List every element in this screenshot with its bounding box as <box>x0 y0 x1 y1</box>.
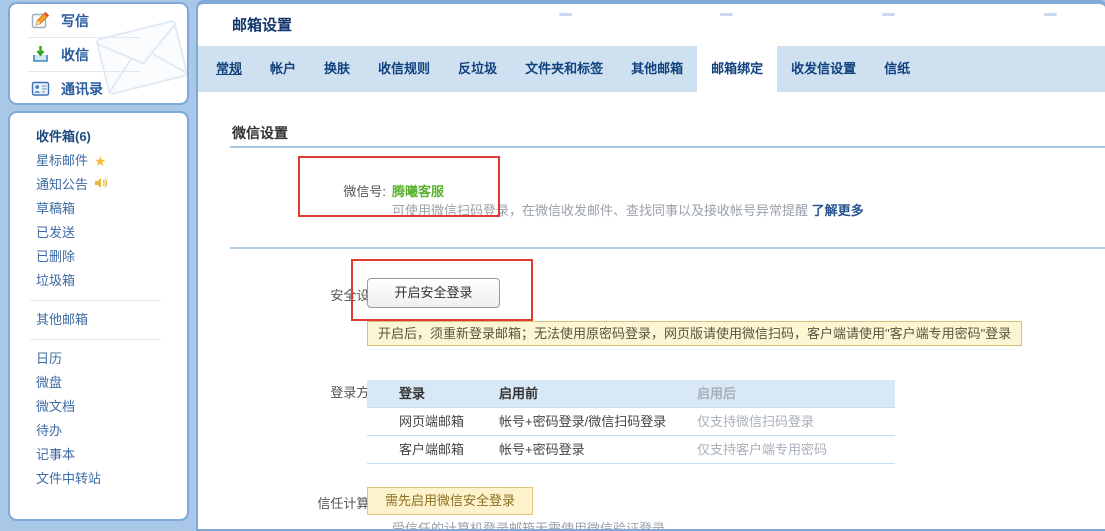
sidebar-folder-item[interactable]: 文件中转站 <box>36 467 187 491</box>
tab[interactable]: 帐户 <box>256 46 310 92</box>
tab[interactable]: 其他邮箱 <box>617 46 697 92</box>
sidebar-folder-item[interactable]: 记事本 <box>36 443 187 467</box>
receive-label: 收信 <box>61 45 89 65</box>
decorative-dash <box>720 13 733 16</box>
trusted-computer-badge: 需先启用微信安全登录 <box>367 487 533 515</box>
settings-tabs: 常规帐户换肤收信规则反垃圾文件夹和标签其他邮箱邮箱绑定收发信设置信纸 <box>198 46 1105 92</box>
receive-button[interactable]: 收信 <box>10 38 187 71</box>
folder-label: 已发送 <box>36 221 75 245</box>
decorative-dash <box>882 13 895 16</box>
table-cell: 帐号+密码登录/微信扫码登录 <box>499 408 666 435</box>
contacts-icon <box>31 79 50 98</box>
sidebar-divider <box>30 339 161 340</box>
compose-button[interactable]: 写信 <box>10 4 187 37</box>
sidebar-folder-item[interactable]: 微文档 <box>36 395 187 419</box>
compose-label: 写信 <box>61 11 89 31</box>
sidebar-folder-item[interactable]: 草稿箱 <box>36 197 187 221</box>
sidebar-folder-item[interactable]: 已发送 <box>36 221 187 245</box>
table-cell: 网页端邮箱 <box>399 408 464 435</box>
table-cell: 启用前 <box>499 380 538 407</box>
page-title: 邮箱设置 <box>232 14 292 35</box>
speaker-icon <box>94 173 107 197</box>
decorative-dash <box>1044 13 1057 16</box>
folder-label: 通知公告 <box>36 173 88 197</box>
table-cell: 仅支持微信扫码登录 <box>697 408 814 435</box>
decorative-dash <box>559 13 572 16</box>
table-cell: 客户端邮箱 <box>399 436 464 463</box>
annotation-box-security <box>351 259 533 321</box>
pencil-icon <box>31 11 50 30</box>
folder-label: 文件中转站 <box>36 467 101 491</box>
table-cell: 仅支持客户端专用密码 <box>697 436 827 463</box>
security-tooltip: 开启后，须重新登录邮箱；无法使用原密码登录，网页版请使用微信扫码，客户端请使用"… <box>367 321 1022 346</box>
folder-label: 微文档 <box>36 395 75 419</box>
folder-label: 日历 <box>36 347 62 371</box>
table-cell: 帐号+密码登录 <box>499 436 585 463</box>
section-divider <box>230 247 1105 249</box>
sidebar-folder-item[interactable]: 已删除 <box>36 245 187 269</box>
contacts-button[interactable]: 通讯录 <box>10 72 187 105</box>
sidebar-folder-item[interactable]: 待办 <box>36 419 187 443</box>
folder-label: 草稿箱 <box>36 197 75 221</box>
folder-panel: 收件箱(6)星标邮件 ★ 通知公告草稿箱已发送已删除垃圾箱其他邮箱日历微盘微文档待办… <box>8 111 189 521</box>
sidebar-divider <box>30 300 161 301</box>
tab[interactable]: 文件夹和标签 <box>511 46 617 92</box>
section-underline <box>230 146 1105 148</box>
tab[interactable]: 常规 <box>202 46 256 92</box>
login-method-table: 登录启用前启用后网页端邮箱帐号+密码登录/微信扫码登录仅支持微信扫码登录客户端邮… <box>367 380 895 464</box>
table-row: 网页端邮箱 帐号+密码登录/微信扫码登录 仅支持微信扫码登录 <box>367 408 895 436</box>
trusted-computer-description: 受信任的计算机登录邮箱无需使用微信验证登录 <box>392 518 665 531</box>
sidebar-folder-item[interactable]: 星标邮件 ★ <box>36 149 187 173</box>
folder-label: 其他邮箱 <box>36 308 88 332</box>
folder-label: 已删除 <box>36 245 75 269</box>
learn-more-link[interactable]: 了解更多 <box>812 203 864 218</box>
table-cell: 启用后 <box>697 380 736 407</box>
sidebar-folder-item[interactable]: 其他邮箱 <box>36 308 187 332</box>
table-cell: 登录 <box>399 380 425 407</box>
folder-label: 待办 <box>36 419 62 443</box>
tab-active[interactable]: 邮箱绑定 <box>697 46 777 92</box>
sidebar-folder-item[interactable]: 垃圾箱 <box>36 269 187 293</box>
sidebar-folder-item[interactable]: 微盘 <box>36 371 187 395</box>
inbox-icon <box>31 45 50 64</box>
sidebar-folder-item[interactable]: 通知公告 <box>36 173 187 197</box>
compose-panel: 写信 收信 通讯录 <box>8 2 189 105</box>
wechat-section-title: 微信设置 <box>232 123 288 143</box>
speaker-icon <box>94 177 107 189</box>
folder-label: 记事本 <box>36 443 75 467</box>
folder-list: 收件箱(6)星标邮件 ★ 通知公告草稿箱已发送已删除垃圾箱其他邮箱日历微盘微文档待办… <box>10 113 187 491</box>
tab[interactable]: 收发信设置 <box>777 46 870 92</box>
folder-label: 垃圾箱 <box>36 269 75 293</box>
tab[interactable]: 收信规则 <box>364 46 444 92</box>
contacts-label: 通讯录 <box>61 79 103 99</box>
table-row: 客户端邮箱 帐号+密码登录 仅支持客户端专用密码 <box>367 436 895 464</box>
sidebar-folder-item[interactable]: 收件箱(6) <box>36 125 187 149</box>
tab[interactable]: 反垃圾 <box>444 46 511 92</box>
tab[interactable]: 换肤 <box>310 46 364 92</box>
settings-panel: 邮箱设置 常规帐户换肤收信规则反垃圾文件夹和标签其他邮箱邮箱绑定收发信设置信纸 … <box>196 0 1105 531</box>
star-icon: ★ <box>94 154 107 168</box>
folder-label: 微盘 <box>36 371 62 395</box>
annotation-box-wechat-id <box>298 156 500 217</box>
sidebar-folder-item[interactable]: 日历 <box>36 347 187 371</box>
folder-label: 收件箱(6) <box>36 125 91 149</box>
table-header-row: 登录 启用前 启用后 <box>367 380 895 408</box>
tab[interactable]: 信纸 <box>870 46 924 92</box>
folder-label: 星标邮件 <box>36 149 88 173</box>
